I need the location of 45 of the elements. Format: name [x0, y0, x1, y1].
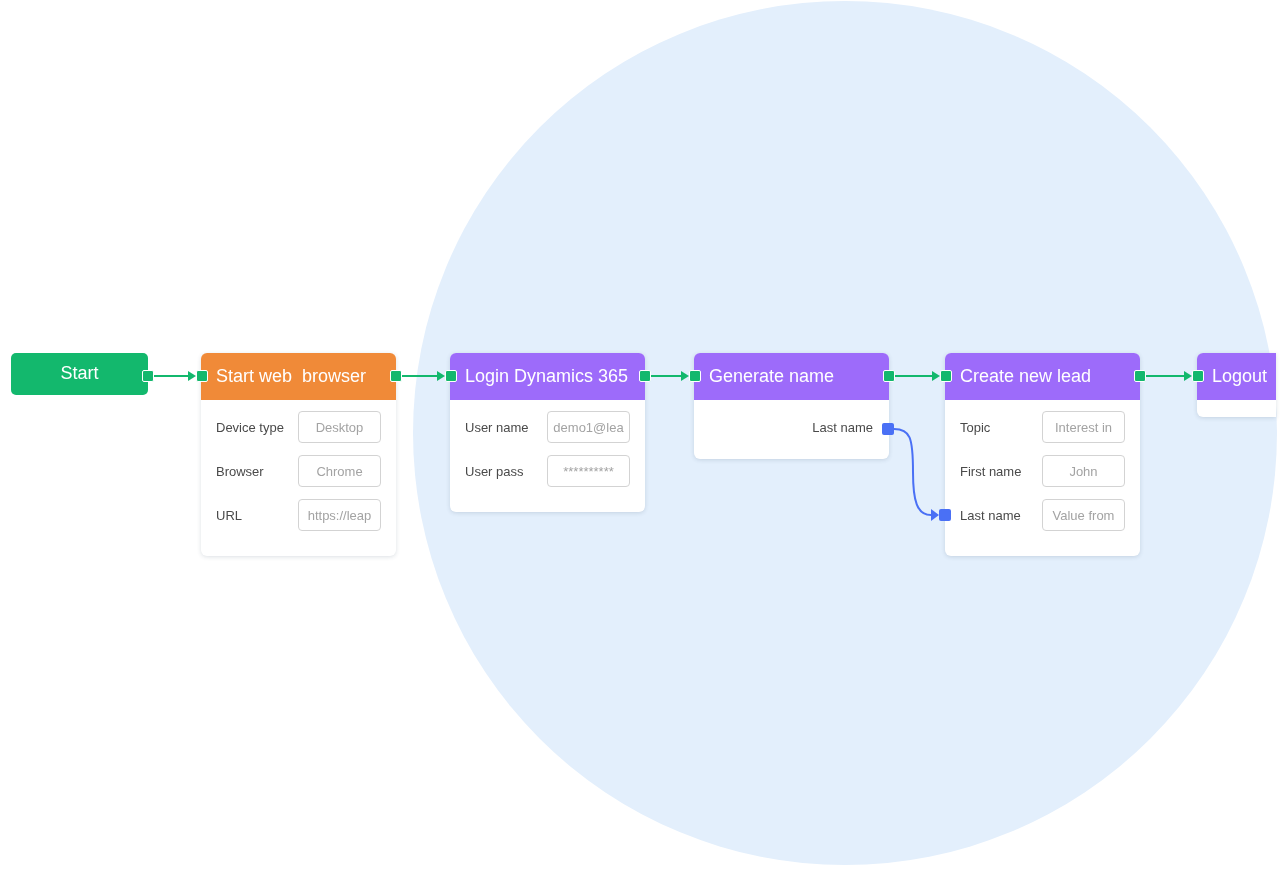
output-port-icon[interactable]	[883, 370, 895, 382]
field-label: Last name	[812, 419, 873, 435]
input-field[interactable]: Chrome	[298, 455, 381, 487]
node-card[interactable]: Login Dynamics 365 User name demo1@lea User pass **********	[450, 353, 645, 512]
input-field[interactable]: **********	[547, 455, 630, 487]
output-port-icon[interactable]	[390, 370, 402, 382]
input-port-icon[interactable]	[1192, 370, 1204, 382]
input-port-icon[interactable]	[196, 370, 208, 382]
input-port-icon[interactable]	[445, 370, 457, 382]
node-card[interactable]: Create new lead Topic Interest in First name John Last name Value from	[945, 353, 1140, 556]
output-port-icon[interactable]	[639, 370, 651, 382]
node-title: Login Dynamics 365	[465, 366, 629, 387]
input-field[interactable]: demo1@lea	[547, 411, 630, 443]
node-title: Create new lead	[960, 366, 1092, 387]
output-port-icon[interactable]	[882, 423, 894, 435]
field-label: First name	[960, 463, 1022, 479]
field-label: URL	[216, 507, 242, 523]
node-card[interactable]: Generate name Last name	[694, 353, 889, 459]
connector-arrow	[894, 371, 940, 381]
field-label: Last name	[960, 507, 1021, 523]
connector-arrow	[1145, 371, 1192, 381]
output-port-icon[interactable]	[1134, 370, 1146, 382]
input-field[interactable]: https://leap	[298, 499, 381, 531]
field-label: User pass	[465, 463, 524, 479]
node-title: Start web browser	[216, 366, 367, 387]
connector-arrow	[153, 371, 196, 381]
field-label: User name	[465, 419, 529, 435]
node-card[interactable]: Start web browser Device type Desktop Browser Chrome URL https://leap	[201, 353, 396, 556]
input-port-icon[interactable]	[940, 370, 952, 382]
input-field[interactable]: Desktop	[298, 411, 381, 443]
node-card[interactable]: Logout	[1197, 353, 1276, 417]
start-node[interactable]: Start	[11, 353, 148, 395]
output-port-icon[interactable]	[142, 370, 154, 382]
input-field[interactable]: Value from	[1042, 499, 1125, 531]
connector-arrow	[401, 371, 445, 381]
node-title: Logout	[1212, 366, 1268, 387]
field-label: Browser	[216, 463, 264, 479]
input-field[interactable]: John	[1042, 455, 1125, 487]
field-label: Topic	[960, 419, 991, 435]
input-port-icon[interactable]	[689, 370, 701, 382]
connector-arrow	[650, 371, 689, 381]
input-field[interactable]: Interest in	[1042, 411, 1125, 443]
node-title: Generate name	[709, 366, 835, 387]
input-port-icon[interactable]	[939, 509, 951, 521]
field-label: Device type	[216, 419, 284, 435]
